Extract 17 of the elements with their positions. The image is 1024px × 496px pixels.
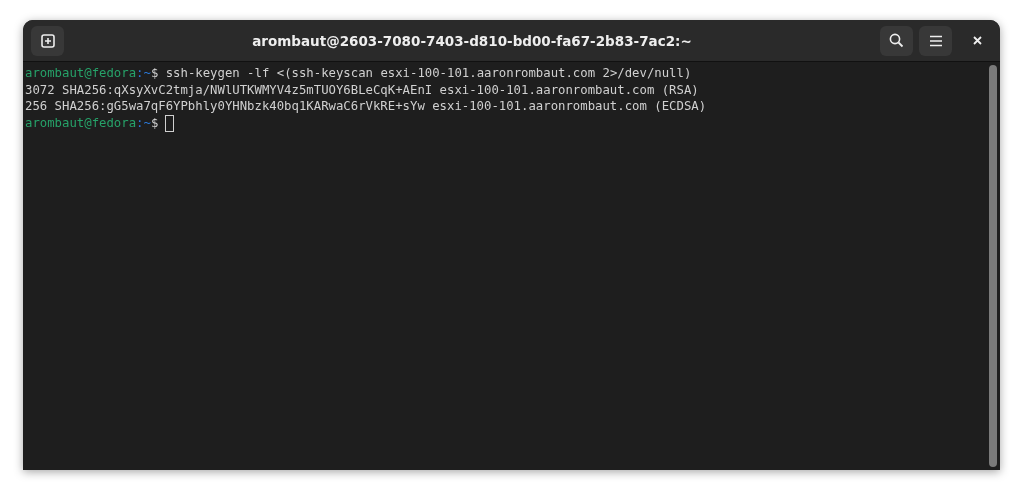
prompt-symbol: $ xyxy=(150,114,159,132)
prompt-user-host: arombaut@fedora xyxy=(25,65,137,82)
prompt-user-host: arombaut@fedora xyxy=(25,114,137,132)
prompt-path: :~ xyxy=(136,114,151,132)
close-icon xyxy=(972,36,982,45)
search-icon xyxy=(889,33,904,48)
prompt-symbol: $ xyxy=(150,65,159,82)
command-text: ssh-keygen -lf <(ssh-keyscan esxi-100-101.aaronrombaut.com 2>/dev/null) xyxy=(164,65,692,82)
output-text: 256 SHA256:gG5wa7qF6YPbhly0YHNbzk40bq1KARwaC6rVkRE+sYw esxi-100-101.aaronrombaut.com (ECDSA) xyxy=(25,98,707,115)
prompt-path: :~ xyxy=(136,65,151,82)
plus-square-icon xyxy=(40,33,55,48)
menu-button[interactable] xyxy=(919,25,952,56)
output-text: 3072 SHA256:qXsyXvC2tmja/NWlUTKWMYV4z5mTUOY6BLeCqK+AEnI esxi-100-101.aaronrombaut.com (RSA) xyxy=(25,81,699,98)
menu-icon xyxy=(928,34,943,47)
window-title: arombaut@2603-7080-7403-d810-bd00-fa67-2b83-7ac2:~ xyxy=(251,32,693,49)
new-tab-button[interactable] xyxy=(31,25,64,56)
search-button[interactable] xyxy=(880,25,913,56)
